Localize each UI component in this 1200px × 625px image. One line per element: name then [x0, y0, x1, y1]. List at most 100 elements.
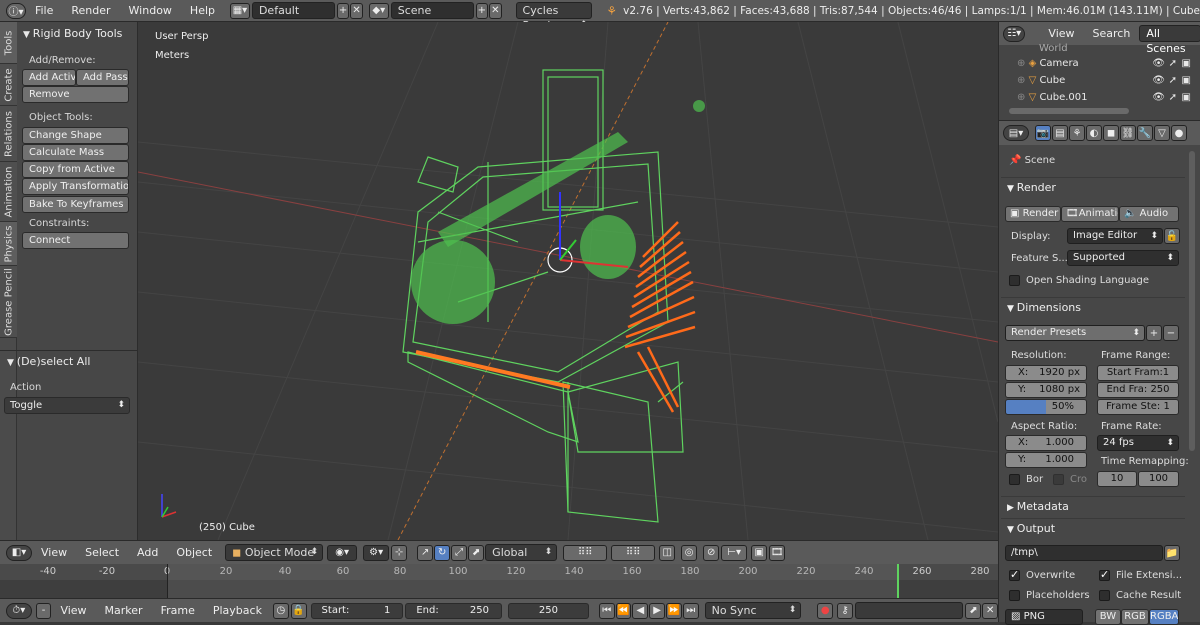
frame-step-field[interactable]: Frame Ste: 1: [1097, 399, 1179, 415]
action-select[interactable]: Toggle ⬍: [4, 397, 130, 414]
color-rgb-button[interactable]: RGB: [1121, 609, 1149, 625]
border-checkbox[interactable]: [1009, 474, 1020, 485]
current-frame-indicator[interactable]: [897, 564, 899, 598]
jump-keyframe-forward-icon[interactable]: ⏩: [666, 602, 682, 619]
lock-camera-icon[interactable]: ◫: [659, 544, 676, 561]
proportional-edit-icon[interactable]: ◎: [681, 544, 698, 561]
frame-rate-select[interactable]: 24 fps ⬍: [1097, 435, 1179, 451]
tab-create[interactable]: Create: [0, 64, 17, 106]
connect-button[interactable]: Connect: [22, 232, 129, 249]
opengl-render-icon[interactable]: ▣: [751, 544, 768, 561]
output-path-field[interactable]: /tmp\: [1005, 545, 1163, 561]
aspect-y-field[interactable]: Y: 1.000: [1005, 452, 1087, 468]
tab-animation[interactable]: Animation: [0, 162, 17, 222]
delete-keyframe-icon[interactable]: ✕: [982, 602, 999, 619]
snap-toggle-icon[interactable]: ⊘: [703, 544, 720, 561]
screen-layout-icon[interactable]: ▦▾: [230, 2, 250, 19]
render-button[interactable]: ▣ Render: [1005, 206, 1061, 222]
menu-playback[interactable]: Playback: [204, 600, 271, 622]
snap-element-icon[interactable]: ⊢▾: [721, 544, 748, 561]
start-frame-field[interactable]: Start: 1: [310, 602, 404, 619]
add-preset-icon[interactable]: +: [1146, 325, 1162, 341]
calculate-mass-button[interactable]: Calculate Mass: [22, 144, 129, 161]
tab-tools[interactable]: Tools: [0, 22, 17, 64]
manipulator-toggle-icon[interactable]: ⊹: [391, 544, 408, 561]
crop-checkbox[interactable]: [1053, 474, 1064, 485]
jump-end-icon[interactable]: ⏭: [682, 602, 699, 619]
layers-grid-icon[interactable]: ⠿⠿: [611, 544, 656, 561]
rigid-body-panel-header[interactable]: ▼ Rigid Body Tools: [23, 27, 122, 40]
jump-start-icon[interactable]: ⏮: [598, 602, 615, 619]
render-icon[interactable]: ▣: [1182, 55, 1191, 72]
placeholders-checkbox[interactable]: [1009, 590, 1020, 601]
rotate-icon[interactable]: ↻: [434, 544, 451, 561]
editor-type-icon[interactable]: ◧▾: [6, 544, 32, 561]
aspect-x-field[interactable]: X: 1.000: [1005, 435, 1087, 451]
timeline[interactable]: -40 -20 0 20 40 60 80 100 120 140 160 18…: [0, 564, 998, 598]
menu-select[interactable]: Select: [76, 542, 128, 564]
play-icon[interactable]: ▶: [649, 602, 665, 619]
apply-transformation-button[interactable]: Apply Transformation: [22, 178, 129, 195]
material-tab-icon[interactable]: ●: [1171, 125, 1187, 141]
outliner-row-camera[interactable]: ⊕ ◈ Camera 👁 ➚ ▣: [999, 55, 1199, 72]
screen-layout-field[interactable]: Default: [251, 2, 335, 19]
start-frame-field[interactable]: Start Fram:1: [1097, 365, 1179, 381]
remove-preset-icon[interactable]: −: [1163, 325, 1179, 341]
render-engine-select[interactable]: Cycles Render⬍: [515, 2, 593, 32]
preview-range-icon[interactable]: ◷: [272, 602, 289, 619]
properties-scrollbar[interactable]: [1189, 151, 1195, 451]
display-select[interactable]: Image Editor ⬍: [1067, 228, 1163, 244]
outliner-row-cube[interactable]: ⊕ ▽ Cube 👁 ➚ ▣: [999, 72, 1199, 89]
color-bw-button[interactable]: BW: [1095, 609, 1121, 625]
menu-frame[interactable]: Frame: [152, 600, 204, 622]
add-passive-button[interactable]: Add Passi: [76, 69, 129, 86]
menu-marker[interactable]: Marker: [96, 600, 152, 622]
visibility-eye-icon[interactable]: 👁: [1152, 72, 1165, 89]
scene-field[interactable]: Scene: [390, 2, 474, 19]
menu-view[interactable]: View: [32, 542, 76, 564]
pin-icon[interactable]: 📌: [1009, 155, 1025, 166]
outliner-row-cube-001[interactable]: ⊕ ▽ Cube.001 👁 ➚ ▣: [999, 89, 1199, 106]
visibility-eye-icon[interactable]: 👁: [1152, 55, 1165, 72]
osl-checkbox[interactable]: [1009, 275, 1020, 286]
deselect-panel-header[interactable]: ▼ (De)select All: [7, 355, 90, 368]
tab-grease-pencil[interactable]: Grease Pencil: [0, 266, 17, 338]
render-panel-header[interactable]: ▼ Render: [1001, 177, 1185, 197]
scene-icon[interactable]: ◆▾: [368, 2, 389, 19]
add-layout-icon[interactable]: +: [336, 2, 350, 19]
play-reverse-icon[interactable]: ◀: [632, 602, 649, 619]
visibility-eye-icon[interactable]: 👁: [1152, 89, 1165, 106]
transform-orientation-select[interactable]: Global ⬍: [485, 544, 558, 561]
render-presets-select[interactable]: Render Presets ⬍: [1005, 325, 1145, 341]
timeline-editor-icon[interactable]: ⏱▾: [6, 602, 32, 619]
select-cursor-icon[interactable]: ➚: [1169, 55, 1177, 72]
cache-result-checkbox[interactable]: [1099, 590, 1110, 601]
end-frame-field[interactable]: End: 250: [405, 602, 503, 619]
remove-scene-icon[interactable]: ✕: [489, 2, 502, 19]
tab-relations[interactable]: Relations: [0, 106, 17, 162]
add-scene-icon[interactable]: +: [475, 2, 489, 19]
modifiers-tab-icon[interactable]: 🔧: [1137, 125, 1153, 141]
end-frame-field[interactable]: End Fra: 250: [1097, 382, 1179, 398]
insert-keyframe-icon[interactable]: ⬈: [965, 602, 982, 619]
opengl-animation-icon[interactable]: 🎞: [769, 544, 786, 561]
dimensions-panel-header[interactable]: ▼ Dimensions: [1001, 297, 1185, 317]
file-format-select[interactable]: ▨ PNG: [1005, 609, 1083, 625]
scale-icon[interactable]: ⤢: [451, 544, 468, 561]
overwrite-checkbox[interactable]: [1009, 568, 1020, 581]
layers-grid-icon[interactable]: ⠿⠿: [563, 544, 608, 561]
resolution-percent-slider[interactable]: 50%: [1005, 399, 1087, 415]
properties-editor-icon[interactable]: ▤▾: [1003, 125, 1029, 141]
scale-icon[interactable]: ⬈: [468, 544, 485, 561]
render-icon[interactable]: ▣: [1182, 72, 1191, 89]
bake-keyframes-button[interactable]: Bake To Keyframes: [22, 196, 129, 213]
animation-button[interactable]: 🎞Animatio: [1061, 206, 1119, 222]
current-frame-field[interactable]: 250: [508, 602, 589, 619]
menu-add[interactable]: Add: [128, 542, 167, 564]
3d-viewport[interactable]: User Persp Meters (250) Cube: [138, 22, 998, 540]
audio-button[interactable]: 🔈 Audio: [1119, 206, 1179, 222]
metadata-panel-header[interactable]: ▶ Metadata: [1001, 496, 1185, 516]
menu-render[interactable]: Render: [62, 0, 119, 22]
menu-window[interactable]: Window: [120, 0, 181, 22]
outliner-scrollbar[interactable]: [1009, 108, 1129, 114]
